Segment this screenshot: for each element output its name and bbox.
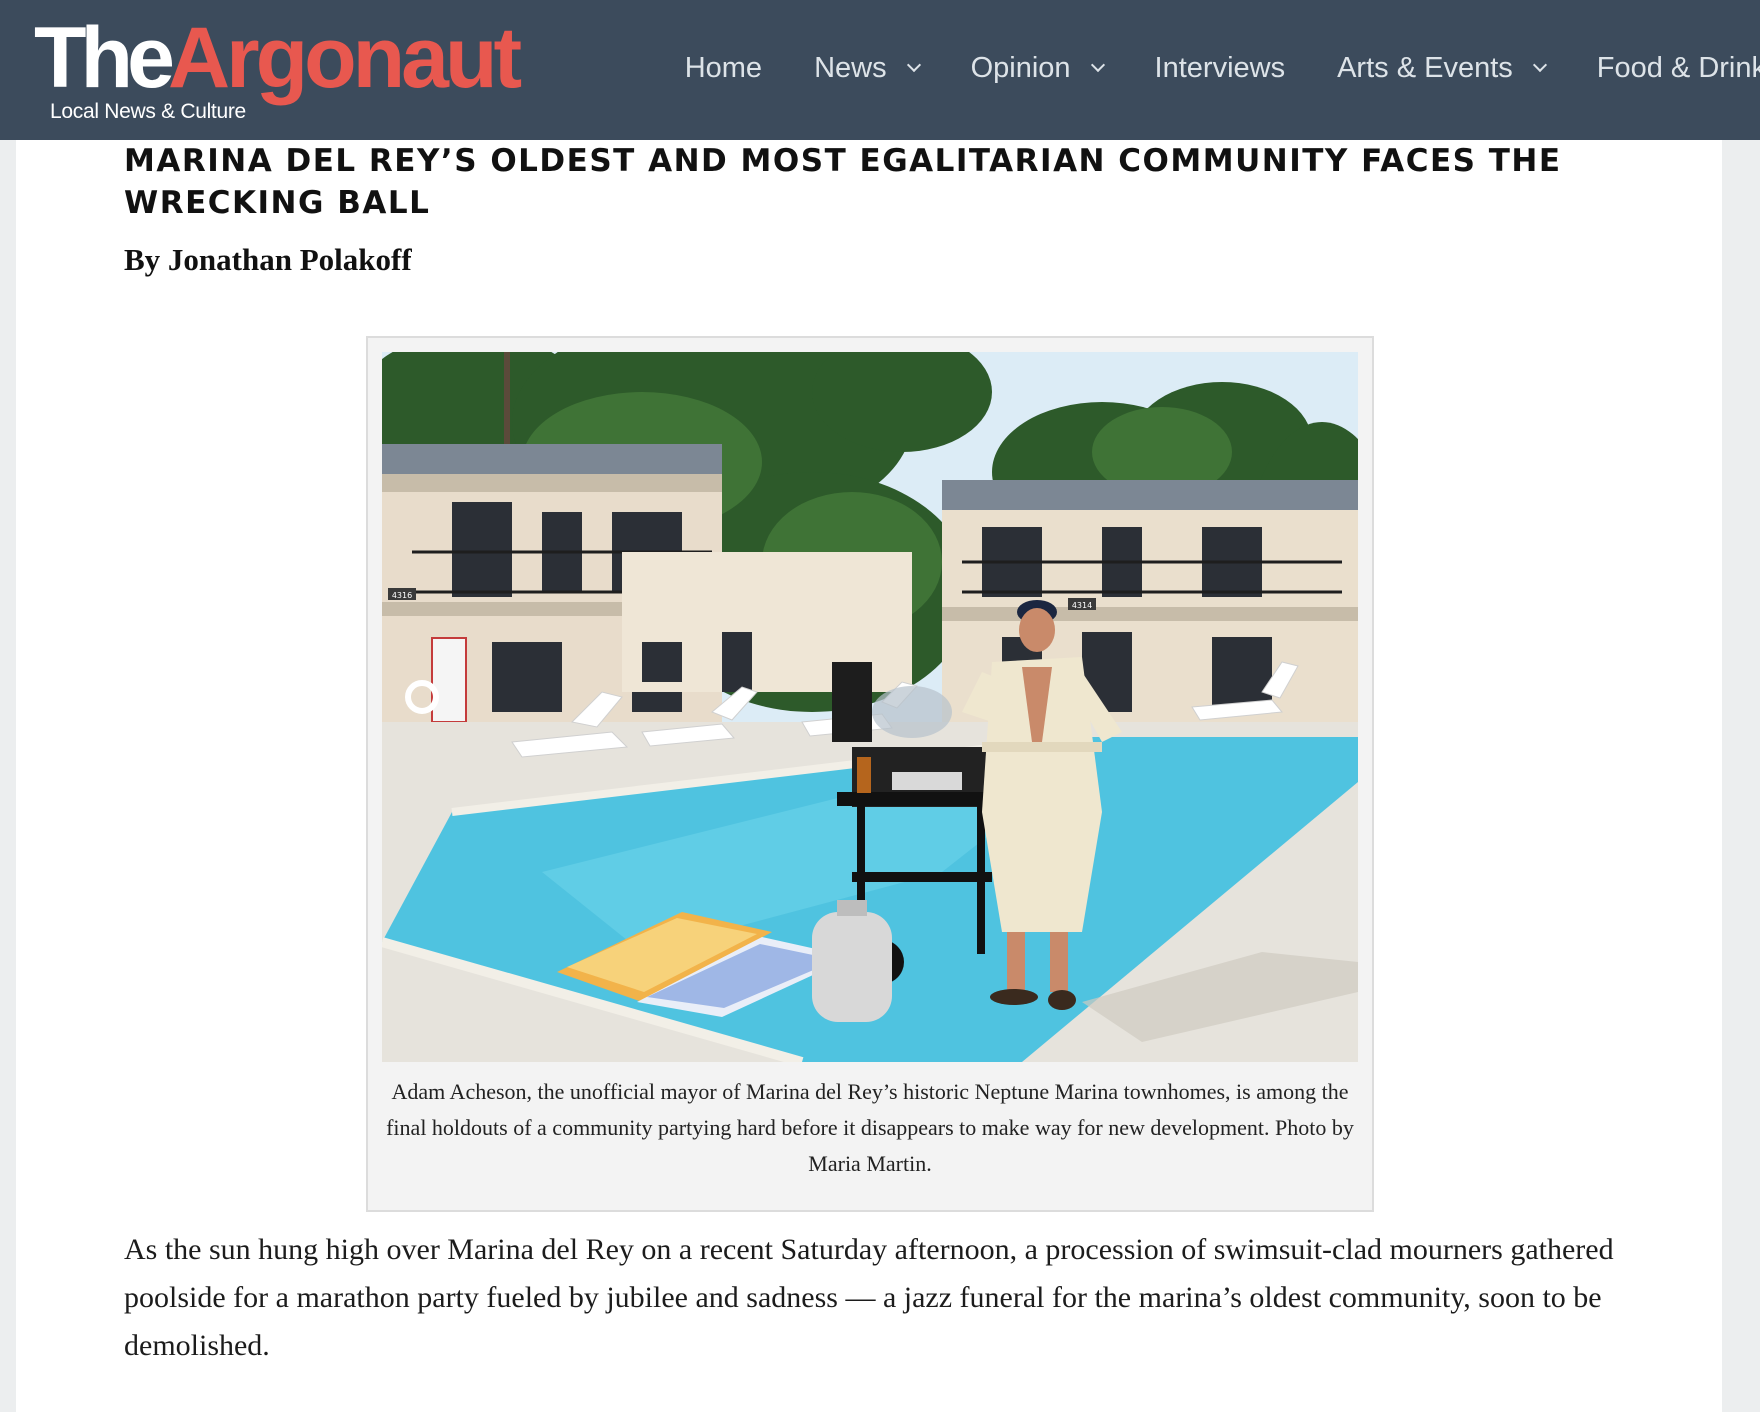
site-logo[interactable]: The Argonaut Local News & Culture: [34, 8, 522, 128]
nav-label: News: [814, 51, 887, 84]
article-photo[interactable]: 4316 4314: [382, 352, 1358, 1062]
nav-item-arts-events[interactable]: Arts & Events: [1337, 51, 1547, 85]
nav-item-news[interactable]: News: [814, 51, 921, 85]
logo-the-text: The: [34, 10, 175, 106]
nav-label: Opinion: [970, 51, 1071, 84]
nav-label: Interviews: [1154, 51, 1286, 84]
article-figure: 4316 4314 Adam Acheson, the unofficial m…: [366, 336, 1374, 1212]
chevron-down-icon: [1532, 57, 1547, 73]
chevron-down-icon: [1090, 57, 1105, 73]
article-lede-paragraph: As the sun hung high over Marina del Rey…: [124, 1233, 1614, 1362]
nav-label: Arts & Events: [1337, 51, 1513, 84]
chevron-down-icon: [906, 57, 921, 73]
nav-label: Home: [684, 51, 763, 84]
article-headline: MARINA DEL REY’S OLDEST AND MOST EGALITA…: [124, 143, 1562, 221]
article-card: MARINA DEL REY’S OLDEST AND MOST EGALITA…: [16, 140, 1722, 1412]
photo-caption: Adam Acheson, the unofficial mayor of Ma…: [386, 1079, 1354, 1176]
nav-item-opinion[interactable]: Opinion: [970, 51, 1105, 85]
logo-tagline: Local News & Culture: [50, 100, 246, 123]
article-byline: By Jonathan Polakoff: [124, 242, 412, 277]
nav-item-food-drink[interactable]: Food & Drink: [1597, 52, 1760, 85]
unit-number-right: 4314: [1072, 601, 1092, 610]
site-header: The Argonaut Local News & Culture Home N…: [0, 0, 1760, 140]
main-nav: Home News Opinion Interviews Arts & Even…: [685, 44, 1760, 92]
nav-item-interviews[interactable]: Interviews: [1155, 52, 1286, 85]
nav-label: Food & Drink: [1596, 51, 1760, 84]
nav-item-home[interactable]: Home: [685, 52, 762, 85]
logo-argonaut-text: Argonaut: [168, 10, 522, 106]
unit-number-left: 4316: [392, 591, 412, 600]
